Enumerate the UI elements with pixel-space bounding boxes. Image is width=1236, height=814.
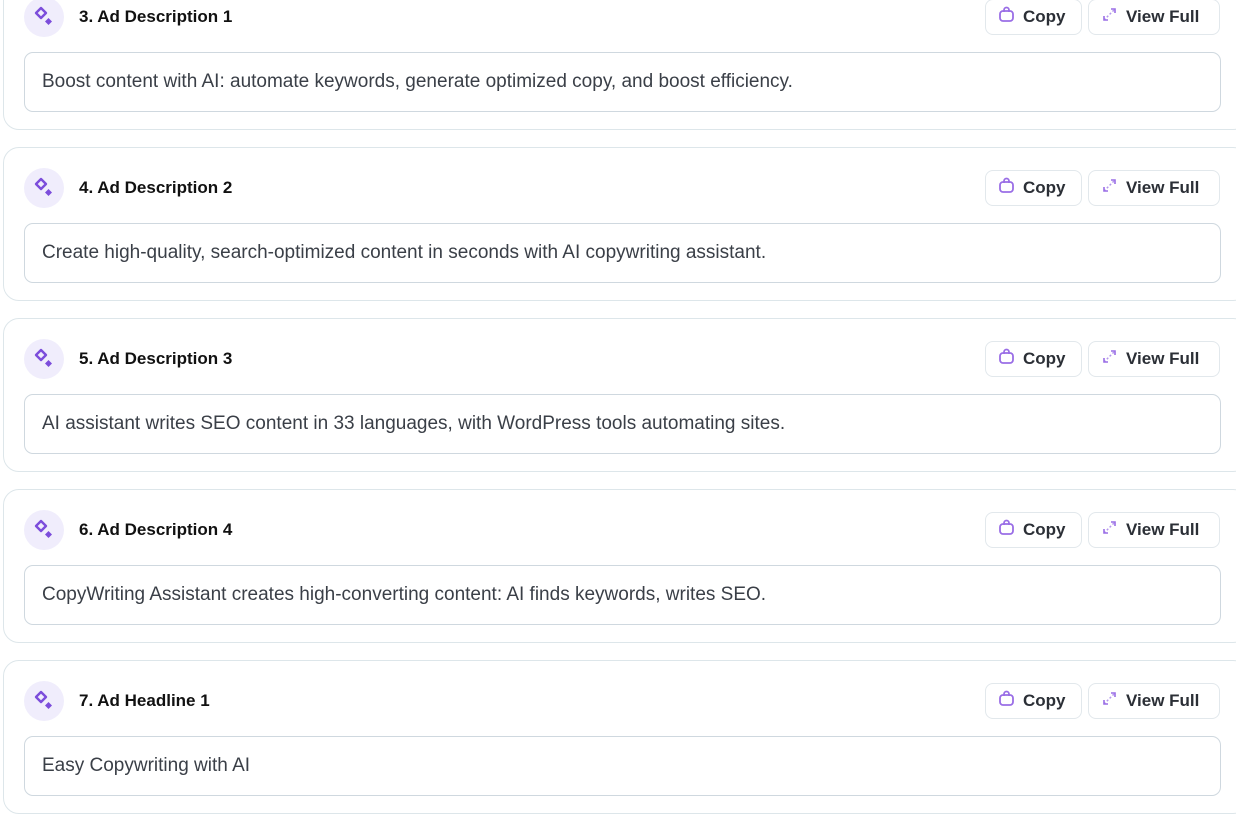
result-card: 3. Ad Description 1 Copy View Full Boost… — [3, 0, 1236, 130]
clipboard-icon — [998, 348, 1015, 370]
clipboard-icon — [998, 690, 1015, 712]
card-title: 7. Ad Headline 1 — [79, 691, 210, 710]
copy-button[interactable]: Copy — [985, 512, 1082, 548]
result-text: AI assistant writes SEO content in 33 la… — [24, 394, 1221, 454]
expand-icon — [1101, 6, 1118, 28]
card-title: 6. Ad Description 4 — [79, 520, 233, 539]
copy-label: Copy — [1023, 349, 1066, 368]
result-card: 7. Ad Headline 1 Copy View Full Easy Cop… — [3, 660, 1236, 814]
copy-button[interactable]: Copy — [985, 0, 1082, 35]
view-full-label: View Full — [1126, 178, 1200, 197]
result-card: 4. Ad Description 2 Copy View Full Creat… — [3, 147, 1236, 301]
sparkle-diamond-icon — [24, 339, 64, 379]
sparkle-diamond-icon — [24, 510, 64, 550]
result-text: CopyWriting Assistant creates high-conve… — [24, 565, 1221, 625]
view-full-label: View Full — [1126, 691, 1200, 710]
clipboard-icon — [998, 519, 1015, 541]
sparkle-diamond-icon — [24, 0, 64, 37]
view-full-button[interactable]: View Full — [1088, 683, 1220, 719]
view-full-button[interactable]: View Full — [1088, 512, 1220, 548]
result-card: 6. Ad Description 4 Copy View Full CopyW… — [3, 489, 1236, 643]
card-title: 4. Ad Description 2 — [79, 178, 233, 197]
expand-icon — [1101, 177, 1118, 199]
copy-label: Copy — [1023, 178, 1066, 197]
copy-button[interactable]: Copy — [985, 170, 1082, 206]
view-full-button[interactable]: View Full — [1088, 170, 1220, 206]
copy-label: Copy — [1023, 520, 1066, 539]
expand-icon — [1101, 690, 1118, 712]
sparkle-diamond-icon — [24, 681, 64, 721]
clipboard-icon — [998, 6, 1015, 28]
result-card: 5. Ad Description 3 Copy View Full AI as… — [3, 318, 1236, 472]
result-text: Boost content with AI: automate keywords… — [24, 52, 1221, 112]
copy-label: Copy — [1023, 691, 1066, 710]
view-full-button[interactable]: View Full — [1088, 341, 1220, 377]
card-title: 3. Ad Description 1 — [79, 7, 233, 26]
expand-icon — [1101, 519, 1118, 541]
copy-button[interactable]: Copy — [985, 683, 1082, 719]
view-full-label: View Full — [1126, 520, 1200, 539]
view-full-label: View Full — [1126, 349, 1200, 368]
copy-button[interactable]: Copy — [985, 341, 1082, 377]
view-full-button[interactable]: View Full — [1088, 0, 1220, 35]
clipboard-icon — [998, 177, 1015, 199]
result-text: Easy Copywriting with AI — [24, 736, 1221, 796]
card-title: 5. Ad Description 3 — [79, 349, 233, 368]
view-full-label: View Full — [1126, 7, 1200, 26]
expand-icon — [1101, 348, 1118, 370]
sparkle-diamond-icon — [24, 168, 64, 208]
result-text: Create high-quality, search-optimized co… — [24, 223, 1221, 283]
copy-label: Copy — [1023, 7, 1066, 26]
